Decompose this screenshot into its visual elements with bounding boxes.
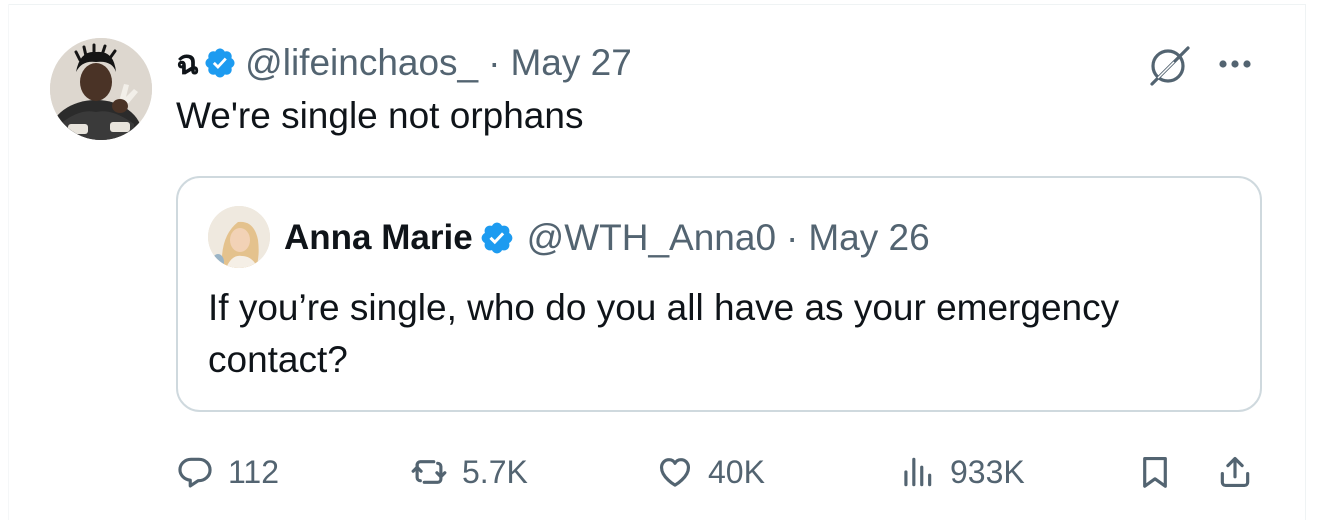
card-border-left	[8, 4, 9, 520]
reply-count: 112	[228, 454, 280, 490]
like-count: 40K	[708, 454, 765, 490]
share-button[interactable]	[1216, 440, 1254, 504]
bookmark-button[interactable]	[1136, 440, 1174, 504]
quoted-tweet-text: If you’re single, who do you all have as…	[208, 287, 1120, 380]
author-handle[interactable]: @lifeinchaos_	[245, 40, 478, 86]
header-separator: ·	[488, 42, 501, 83]
avatar-photo-icon	[208, 206, 270, 268]
views-count: 933K	[950, 454, 1025, 490]
views-button[interactable]: 933K	[898, 440, 1025, 504]
tweet-header: ฉ @lifeinchaos_ · May 27	[176, 40, 632, 86]
heart-icon	[659, 458, 691, 487]
action-bar: 112 5.7K 40K 933K	[176, 440, 1266, 504]
card-border-top	[8, 4, 1306, 5]
repost-icon	[411, 460, 447, 484]
quoted-tweet[interactable]: Anna Marie @WTH_Anna0 · May 26 If you’re…	[176, 176, 1262, 412]
repost-button[interactable]: 5.7K	[410, 440, 528, 504]
repost-count: 5.7K	[462, 454, 528, 490]
tweet-date[interactable]: May 27	[510, 40, 631, 86]
like-button[interactable]: 40K	[656, 440, 765, 504]
more-icon[interactable]	[1212, 44, 1258, 84]
quoted-tweet-date: May 26	[808, 217, 930, 258]
share-icon	[1220, 456, 1250, 488]
reply-button[interactable]: 112	[176, 440, 279, 504]
verified-badge-icon[interactable]	[203, 46, 237, 80]
quoted-author-handle: @WTH_Anna0	[526, 217, 777, 258]
author-avatar[interactable]	[50, 38, 152, 140]
card-border-right	[1305, 4, 1306, 520]
bookmark-icon	[1143, 456, 1167, 488]
quoted-author-avatar[interactable]	[208, 206, 270, 268]
author-display-name[interactable]: ฉ	[176, 40, 199, 86]
quoted-author-display-name: Anna Marie	[284, 218, 473, 257]
avatar-photo-icon	[50, 38, 152, 140]
views-icon	[904, 457, 932, 487]
quoted-header-separator: ·	[786, 217, 799, 258]
tweet-card: ฉ @lifeinchaos_ · May 27 We're single no…	[0, 0, 1320, 520]
quoted-tweet-header: Anna Marie @WTH_Anna0 · May 26	[284, 214, 930, 262]
reply-icon	[178, 457, 212, 488]
tweet-text: We're single not orphans	[176, 95, 584, 136]
verified-badge-icon	[481, 222, 513, 254]
grok-icon[interactable]	[1144, 40, 1194, 90]
